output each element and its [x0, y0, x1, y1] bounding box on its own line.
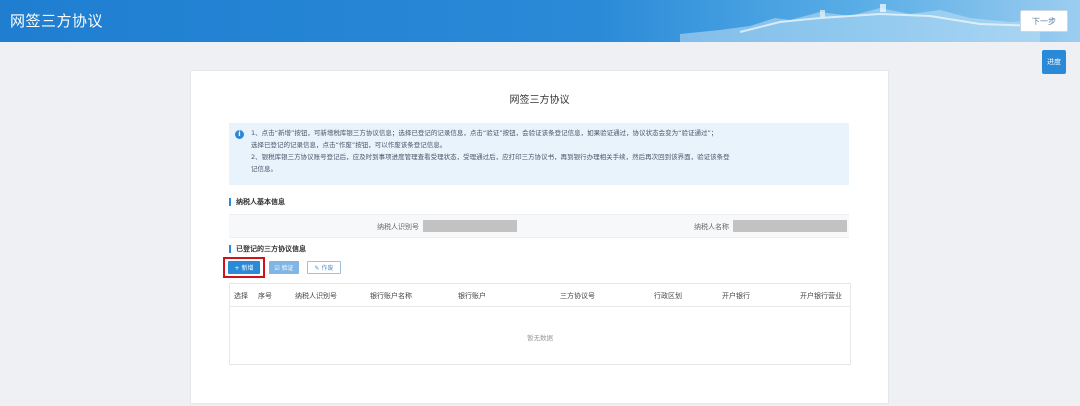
- add-button[interactable]: + 新增: [228, 261, 260, 274]
- taxpayer-name-label: 纳税人名称: [694, 223, 729, 231]
- column-header: 银行账户: [458, 292, 486, 300]
- taxpayer-name-value-masked: [733, 220, 847, 232]
- section-title-registered: 已登记的三方协议信息: [229, 245, 306, 253]
- info-icon: i: [235, 130, 244, 139]
- column-header: 行政区划: [654, 292, 682, 300]
- section-title-basic-info: 纳税人基本信息: [229, 198, 285, 206]
- column-header: 开户银行: [722, 292, 750, 300]
- verify-button[interactable]: ☑ 验证: [269, 261, 299, 274]
- notice-line: 1、点击“新增”按钮，可新增税库银三方协议信息；选择已登记的记录信息，点击“验证…: [251, 129, 718, 137]
- column-header: 银行账户名称: [370, 292, 412, 300]
- column-header: 序号: [258, 292, 272, 300]
- progress-button[interactable]: 进度: [1042, 50, 1066, 74]
- taxpayer-id-value-masked: [423, 220, 517, 232]
- column-header: 三方协议号: [560, 292, 595, 300]
- agreements-table: 选择 序号 纳税人识别号 银行账户名称 银行账户 三方协议号 行政区划 开户银行…: [229, 283, 851, 365]
- table-header: 选择 序号 纳税人识别号 银行账户名称 银行账户 三方协议号 行政区划 开户银行…: [230, 284, 850, 307]
- basic-info-row: 纳税人识别号 纳税人名称: [229, 214, 849, 238]
- taxpayer-id-label: 纳税人识别号: [377, 223, 419, 231]
- next-step-button[interactable]: 下一步: [1020, 10, 1068, 32]
- notice-line: 2、银税库银三方协议账号登记后，应及时到事项进度管理查看受理状态，受理通过后，应…: [251, 153, 730, 161]
- empty-table-text: 暂无数据: [527, 334, 553, 342]
- notice-line: 记信息。: [251, 165, 277, 173]
- void-button[interactable]: ✎ 作废: [307, 261, 341, 274]
- great-wall-decoration: [680, 4, 1040, 42]
- notice-line: 选择已登记的记录信息，点击“作废”按钮，可以作废该条登记信息。: [251, 141, 447, 149]
- column-header: 纳税人识别号: [295, 292, 337, 300]
- page-title: 网签三方协议: [509, 95, 570, 106]
- column-header: 选择: [234, 292, 248, 300]
- main-card: 网签三方协议 i 1、点击“新增”按钮，可新增税库银三方协议信息；选择已登记的记…: [190, 70, 889, 404]
- app-title: 网签三方协议: [10, 12, 104, 30]
- column-header: 开户银行营业: [800, 292, 842, 300]
- notice-box: i 1、点击“新增”按钮，可新增税库银三方协议信息；选择已登记的记录信息，点击“…: [229, 123, 849, 185]
- top-bar: 网签三方协议 下一步: [0, 0, 1080, 42]
